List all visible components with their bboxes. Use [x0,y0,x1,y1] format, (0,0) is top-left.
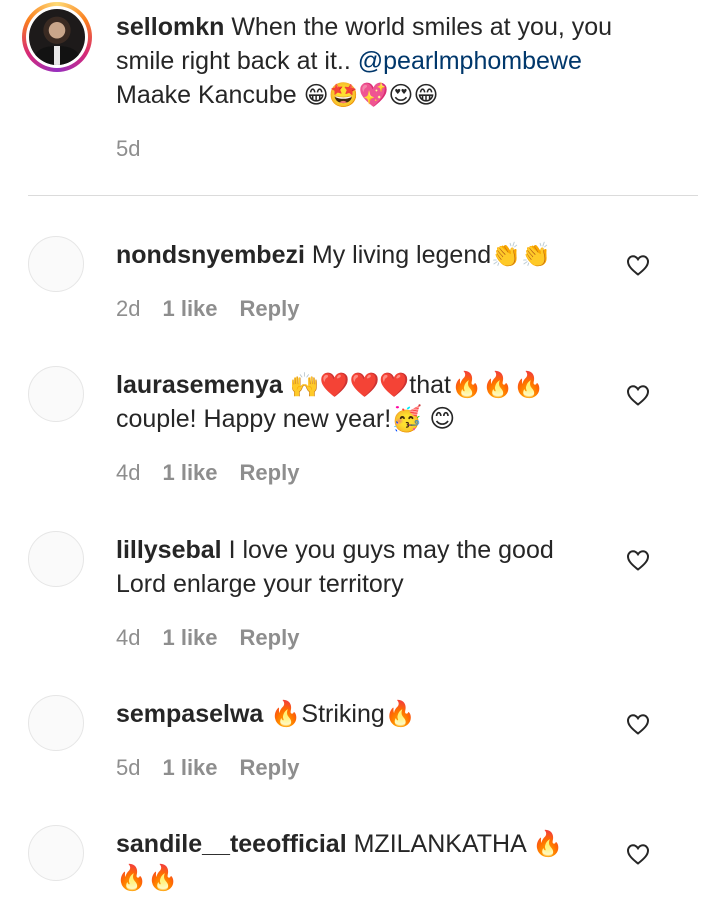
caption-time: 5d [116,136,141,161]
like-count[interactable]: 1 like [162,460,217,486]
comment-meta: 4d 1 like Reply [116,460,299,486]
comment-username[interactable]: nondsnyembezi [116,241,305,269]
reply-button[interactable]: Reply [240,625,300,651]
caption-text: sellomkn When the world smiles at you, y… [116,10,656,112]
comment-text: laurasemenya 🙌❤️❤️❤️that🔥🔥🔥 couple! Happ… [116,368,596,436]
heart-icon[interactable] [626,843,650,865]
divider [28,195,698,196]
like-count[interactable]: 1 like [162,625,217,651]
comment-text: nondsnyembezi My living legend👏👏 [116,238,596,272]
comment-time: 4d [116,625,141,650]
comment-username[interactable]: lillysebal [116,536,222,564]
avatar[interactable] [28,366,84,422]
like-count[interactable]: 1 like [162,755,217,781]
comment-meta: 2d 1 like Reply [116,296,299,322]
reply-button[interactable]: Reply [240,296,300,322]
comment-text: sempaselwa 🔥Striking🔥 [116,697,596,731]
heart-icon[interactable] [626,713,650,735]
like-count[interactable]: 1 like [162,296,217,322]
comment-time: 2d [116,296,141,321]
reply-button[interactable]: Reply [240,755,300,781]
caption-emojis: 😁🤩💖😍😁 [303,81,439,109]
avatar[interactable] [28,695,84,751]
avatar-photo [29,9,85,65]
comment-username[interactable]: sandile__teeofficial [116,830,347,858]
comment-username[interactable]: laurasemenya [116,371,283,399]
comment-meta: 5d 1 like Reply [116,755,299,781]
heart-icon[interactable] [626,254,650,276]
post-caption: sellomkn When the world smiles at you, y… [0,0,720,196]
avatar[interactable] [28,531,84,587]
caption-body-after: Maake Kancube [116,81,297,109]
comment-body: 🔥Striking🔥 [270,700,416,728]
heart-icon[interactable] [626,549,650,571]
comments-screen: sellomkn When the world smiles at you, y… [0,0,720,907]
avatar[interactable] [28,825,84,881]
avatar[interactable] [28,236,84,292]
reply-button[interactable]: Reply [240,460,300,486]
caption-avatar[interactable] [22,2,92,72]
caption-username[interactable]: sellomkn [116,13,224,41]
comment-text: sandile__teeofficial MZILANKATHA 🔥 🔥🔥 [116,827,596,895]
caption-mention[interactable]: @pearlmphombewe [358,47,582,75]
comment-time: 4d [116,460,141,485]
comment-meta: 4d 1 like Reply [116,625,299,651]
comment-username[interactable]: sempaselwa [116,700,263,728]
comment-emojis: 🙌❤️❤️❤️ [289,371,410,399]
comment-emojis: 👏👏 [491,241,551,269]
heart-icon[interactable] [626,384,650,406]
comment-time: 5d [116,755,141,780]
comment-text: lillysebal I love you guys may the good … [116,533,596,601]
comment-body: My living legend [311,241,492,269]
